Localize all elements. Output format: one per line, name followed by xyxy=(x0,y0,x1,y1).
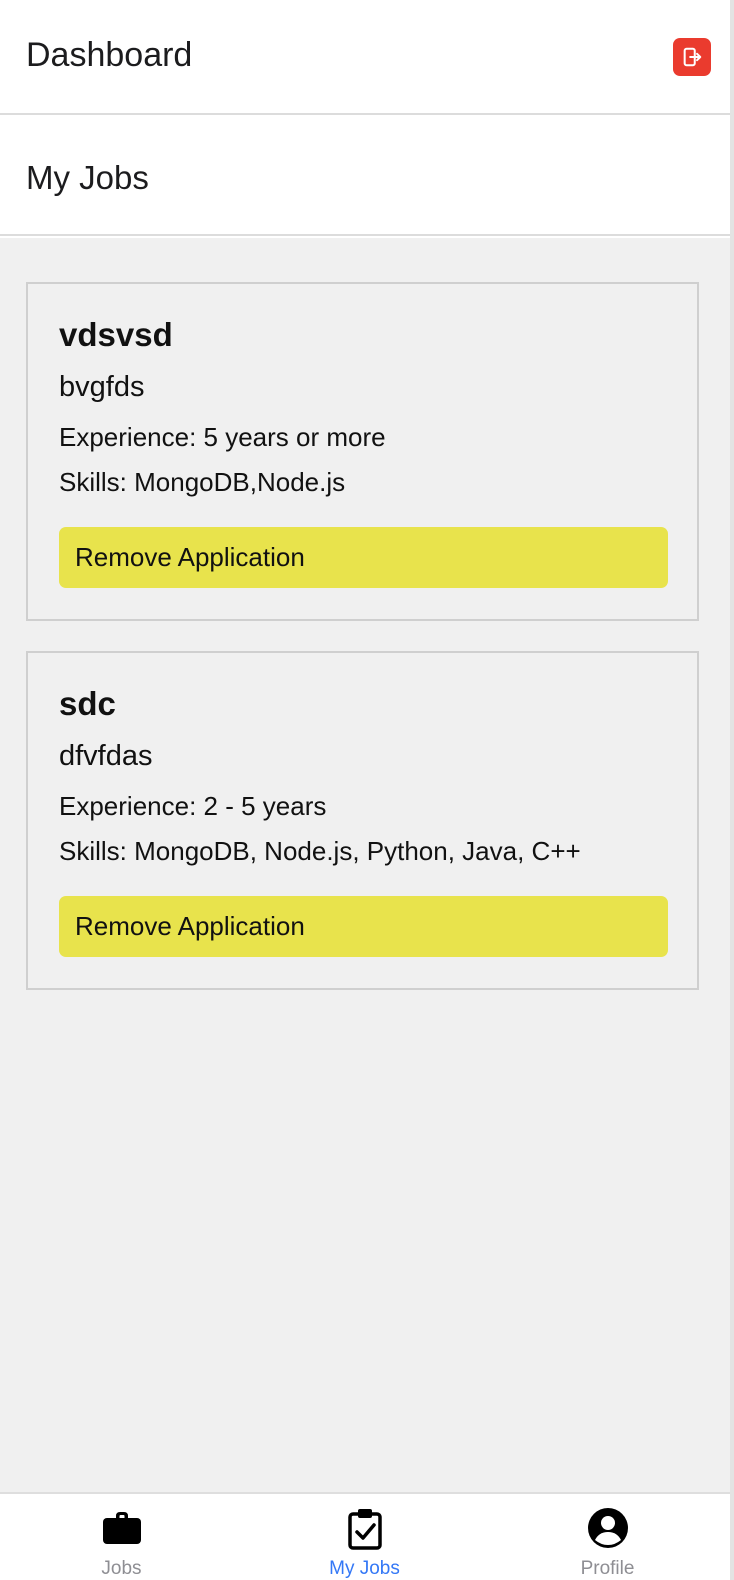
user-circle-icon xyxy=(587,1508,628,1548)
tab-profile[interactable]: Profile xyxy=(486,1494,729,1580)
clipboard-check-icon xyxy=(347,1509,382,1550)
tab-jobs[interactable]: Jobs xyxy=(0,1494,243,1580)
page-title: Dashboard xyxy=(26,36,193,74)
job-experience: Experience: 5 years or more xyxy=(59,422,386,452)
section-title: My Jobs xyxy=(26,159,149,196)
job-card: vdsvsd bvgfds Experience: 5 years or mor… xyxy=(26,282,699,621)
job-title: vdsvsd xyxy=(59,316,173,353)
job-title: sdc xyxy=(59,685,116,722)
logout-button[interactable] xyxy=(673,38,711,76)
bottom-tab-bar: Jobs My Jobs Profile xyxy=(0,1492,730,1580)
logout-icon xyxy=(683,47,702,67)
tab-my-jobs[interactable]: My Jobs xyxy=(243,1494,486,1580)
job-card: sdc dfvfdas Experience: 2 - 5 years Skil… xyxy=(26,651,699,990)
job-experience: Experience: 2 - 5 years xyxy=(59,791,327,821)
tab-label: My Jobs xyxy=(329,1558,400,1579)
job-company: dfvfdas xyxy=(59,740,153,772)
section-header: My Jobs xyxy=(0,117,730,236)
remove-application-button[interactable]: Remove Application xyxy=(59,527,668,588)
scroll-edge xyxy=(730,0,734,1580)
job-company: bvgfds xyxy=(59,371,145,403)
job-skills: Skills: MongoDB,Node.js xyxy=(59,467,346,497)
tab-label: Jobs xyxy=(101,1558,142,1579)
briefcase-icon xyxy=(102,1512,141,1544)
job-list: vdsvsd bvgfds Experience: 5 years or mor… xyxy=(0,238,730,1492)
remove-application-button[interactable]: Remove Application xyxy=(59,896,668,957)
app-header: Dashboard xyxy=(0,0,730,115)
tab-label: Profile xyxy=(580,1558,635,1579)
job-skills: Skills: MongoDB, Node.js, Python, Java, … xyxy=(59,836,581,866)
